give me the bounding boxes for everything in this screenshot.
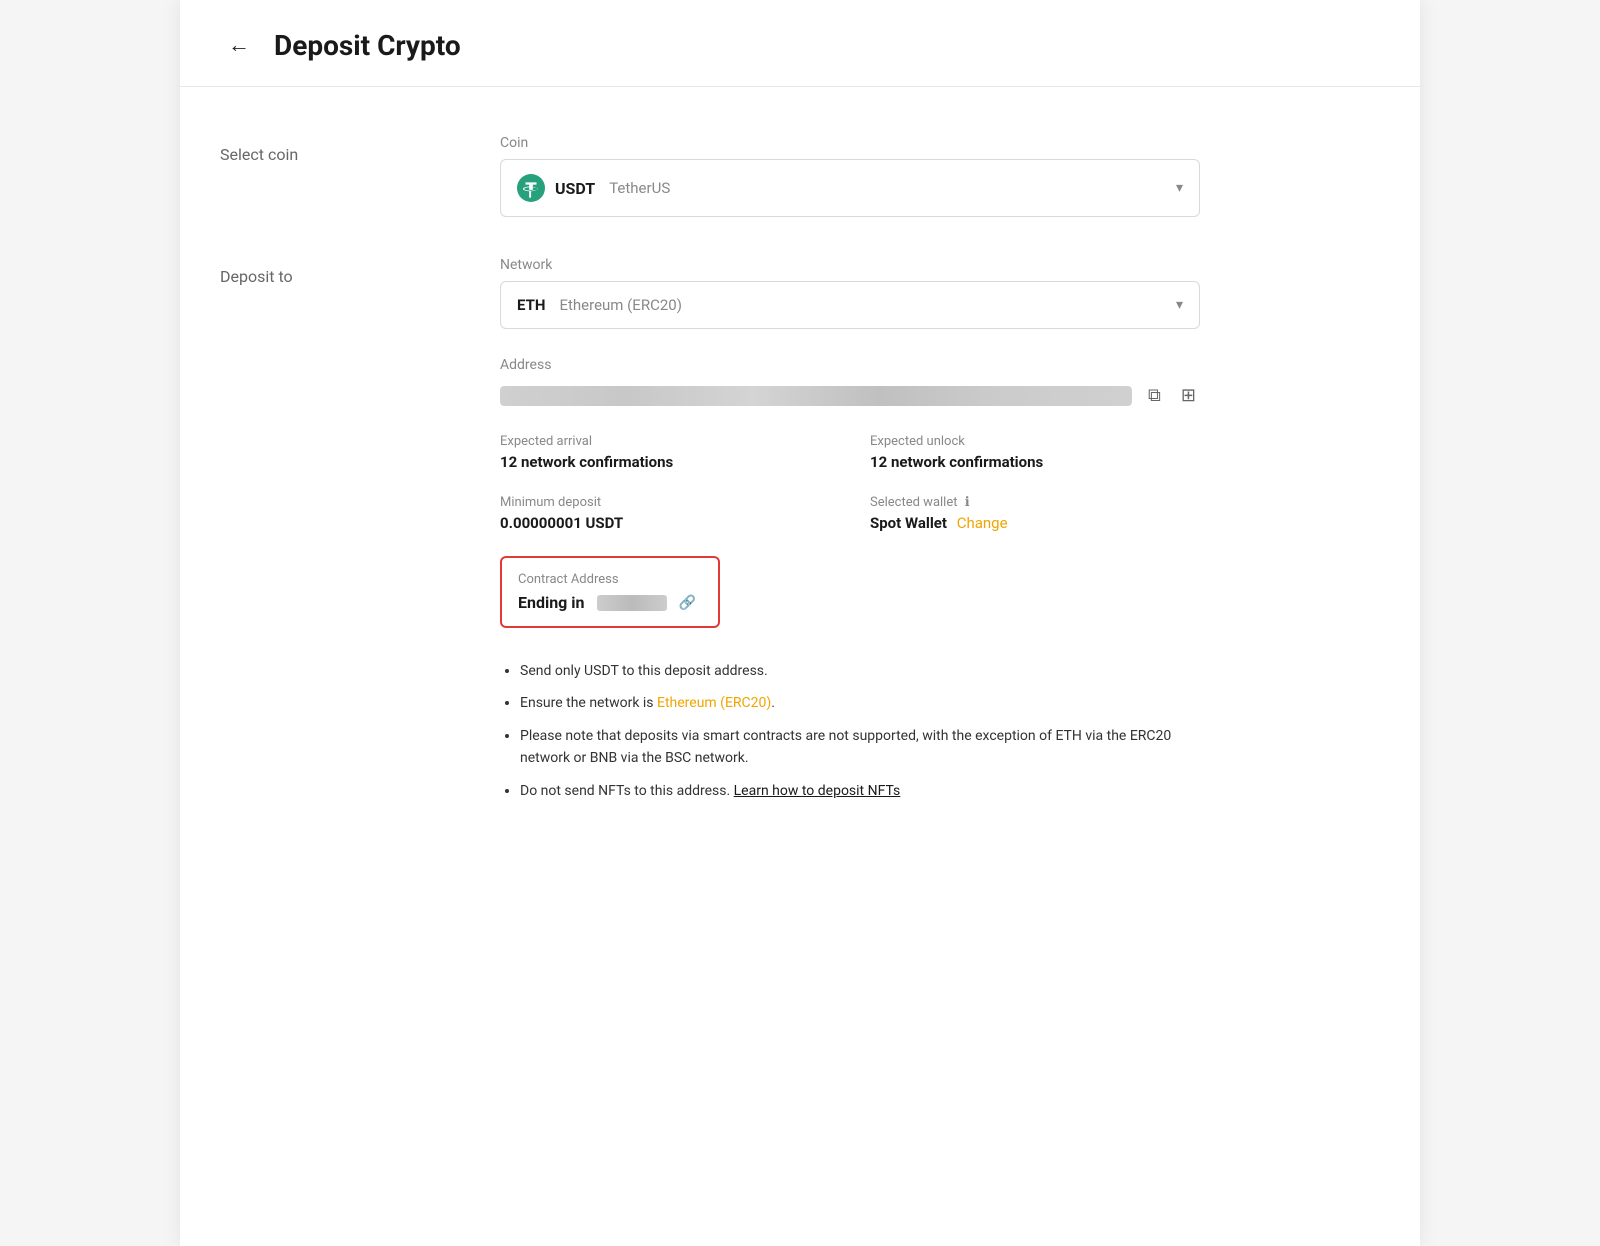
expected-unlock-label: Expected unlock [870, 434, 1200, 449]
network-field-label: Network [500, 257, 1200, 273]
network-highlight-link[interactable]: Ethereum (ERC20) [657, 695, 771, 711]
selected-wallet-item: Selected wallet ℹ Spot Wallet Change [870, 495, 1200, 532]
info-grid: Expected arrival 12 network confirmation… [500, 434, 1200, 532]
contract-value: Ending in 🔗 [518, 593, 702, 612]
bullet-4: Do not send NFTs to this address. Learn … [520, 780, 1200, 802]
select-coin-row: Select coin Coin USDT TetherUS ▾ [220, 135, 1380, 217]
copy-address-button[interactable]: ⧉ [1144, 381, 1165, 410]
change-wallet-link[interactable]: Change [957, 514, 1008, 532]
bullet-2: Ensure the network is Ethereum (ERC20). [520, 692, 1200, 714]
network-chevron-icon: ▾ [1176, 297, 1183, 313]
coin-fullname: TetherUS [609, 179, 670, 197]
network-short: ETH [517, 296, 545, 314]
coin-field-label: Coin [500, 135, 1200, 151]
selected-wallet-label: Selected wallet ℹ [870, 495, 1200, 510]
expected-arrival-item: Expected arrival 12 network confirmation… [500, 434, 830, 471]
info-bullets: Send only USDT to this deposit address. … [500, 660, 1200, 802]
info-icon: ℹ [965, 495, 970, 510]
network-full: Ethereum (ERC20) [559, 296, 681, 314]
deposit-to-row: Deposit to Network ETH Ethereum (ERC20) … [220, 257, 1380, 812]
coin-chevron-icon: ▾ [1176, 180, 1183, 196]
contract-address-box: Contract Address Ending in 🔗 [500, 556, 720, 628]
blurred-address [500, 386, 1132, 406]
network-select-left: ETH Ethereum (ERC20) [517, 296, 682, 314]
address-bar: ⧉ ⊞ [500, 381, 1200, 410]
contract-address-label: Contract Address [518, 572, 702, 587]
expected-unlock-item: Expected unlock 12 network confirmations [870, 434, 1200, 471]
select-coin-content: Coin USDT TetherUS ▾ [500, 135, 1200, 217]
min-deposit-value: 0.00000001 USDT [500, 514, 830, 532]
min-deposit-item: Minimum deposit 0.00000001 USDT [500, 495, 830, 532]
address-section: Address ⧉ ⊞ [500, 357, 1200, 410]
bullet-1: Send only USDT to this deposit address. [520, 660, 1200, 682]
min-deposit-label: Minimum deposit [500, 495, 830, 510]
selected-wallet-value: Spot Wallet Change [870, 514, 1200, 532]
deposit-to-label: Deposit to [220, 257, 500, 286]
select-coin-label: Select coin [220, 135, 500, 164]
nft-deposit-link[interactable]: Learn how to deposit NFTs [734, 783, 901, 799]
expected-unlock-value: 12 network confirmations [870, 453, 1200, 471]
address-value [500, 386, 1132, 406]
expected-arrival-label: Expected arrival [500, 434, 830, 449]
network-select[interactable]: ETH Ethereum (ERC20) ▾ [500, 281, 1200, 329]
address-field-label: Address [500, 357, 1200, 373]
bullet-3: Please note that deposits via smart cont… [520, 725, 1200, 770]
coin-symbol: USDT [555, 179, 595, 198]
expected-arrival-value: 12 network confirmations [500, 453, 830, 471]
back-button[interactable]: ← [220, 28, 258, 62]
ending-in-text: Ending in [518, 593, 585, 612]
coin-select-left: USDT TetherUS [517, 174, 670, 202]
qr-code-button[interactable]: ⊞ [1177, 381, 1200, 410]
deposit-to-content: Network ETH Ethereum (ERC20) ▾ Address [500, 257, 1200, 812]
page-header: ← Deposit Crypto [180, 0, 1420, 87]
page-title: Deposit Crypto [274, 29, 461, 62]
contract-address-blur [597, 595, 667, 611]
coin-select[interactable]: USDT TetherUS ▾ [500, 159, 1200, 217]
main-content: Select coin Coin USDT TetherUS ▾ [180, 87, 1420, 900]
usdt-icon [517, 174, 545, 202]
contract-link-icon[interactable]: 🔗 [679, 595, 696, 611]
